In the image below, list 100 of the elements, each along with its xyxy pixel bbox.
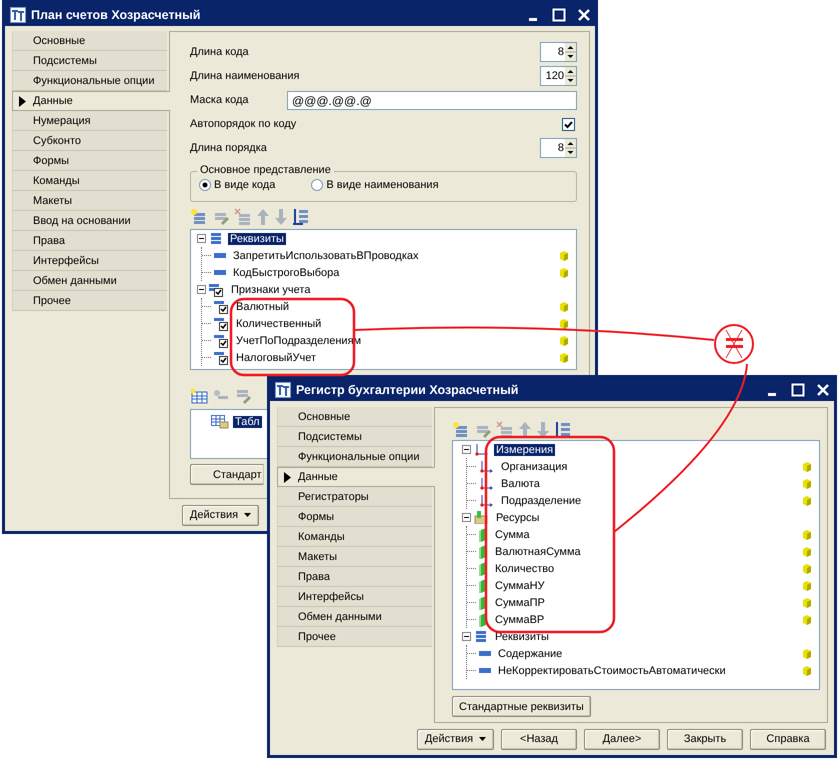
tree-item[interactable]: Количество bbox=[493, 562, 556, 574]
standard-attributes-button[interactable]: Стандартные реквизиты bbox=[452, 696, 591, 717]
dialog-button[interactable]: Закрыть bbox=[667, 728, 743, 750]
nav-label: Нумерация bbox=[33, 114, 91, 126]
dialog-button[interactable]: Далее> bbox=[584, 728, 660, 750]
nav-label: Обмен данными bbox=[298, 610, 382, 622]
nav-tab[interactable]: Интерфейсы bbox=[12, 251, 167, 271]
input-field[interactable]: @@@.@@.@ bbox=[287, 90, 577, 110]
collapse-icon[interactable] bbox=[197, 234, 206, 243]
nav-tab[interactable]: Права bbox=[12, 231, 167, 251]
tree-item[interactable]: Реквизиты bbox=[228, 232, 286, 244]
attribute-group-icon bbox=[209, 232, 223, 245]
nav-tab[interactable]: Обмен данными bbox=[277, 607, 432, 627]
collapse-icon[interactable] bbox=[462, 632, 471, 641]
sort-icon[interactable] bbox=[292, 208, 310, 226]
nav-label: Интерфейсы bbox=[33, 254, 99, 266]
nav-tab[interactable]: Регистраторы bbox=[277, 487, 432, 507]
nav-tab[interactable]: Основные bbox=[12, 31, 167, 51]
nav-tab[interactable]: Интерфейсы bbox=[277, 587, 432, 607]
nav-tab[interactable]: Функциональные опции bbox=[277, 447, 432, 467]
tree-item[interactable]: СуммаПР bbox=[493, 596, 547, 608]
nav-tab[interactable]: Макеты bbox=[12, 191, 167, 211]
field-label: Длина наименования bbox=[190, 70, 300, 82]
sort-icon[interactable] bbox=[554, 421, 572, 439]
maximize-icon[interactable] bbox=[552, 8, 566, 22]
close-icon[interactable] bbox=[816, 382, 830, 396]
nav-tab[interactable]: Основные bbox=[277, 407, 432, 427]
nav-tab[interactable]: Данные bbox=[12, 91, 170, 111]
tree-item[interactable]: СуммаНУ bbox=[493, 580, 546, 592]
collapse-icon[interactable] bbox=[197, 285, 206, 294]
nav-tab[interactable]: Прочее bbox=[277, 627, 432, 647]
tree-item[interactable]: Валюта bbox=[499, 478, 542, 490]
cube-icon bbox=[560, 352, 568, 362]
tree-item[interactable]: ВалютнаяСумма bbox=[493, 546, 583, 558]
nav-tab[interactable]: Формы bbox=[277, 507, 432, 527]
up-arrow-icon[interactable] bbox=[518, 421, 532, 439]
down-arrow-icon[interactable] bbox=[536, 421, 550, 439]
delete-icon[interactable] bbox=[496, 421, 514, 439]
spin-field[interactable]: 120 bbox=[540, 66, 577, 86]
cube-icon bbox=[803, 598, 811, 608]
tree-item[interactable]: Табл bbox=[233, 416, 262, 428]
tree-item[interactable]: Подразделение bbox=[499, 494, 584, 506]
collapse-icon[interactable] bbox=[462, 513, 471, 522]
tree-item[interactable]: Валютный bbox=[234, 300, 292, 312]
nav-tab[interactable]: Команды bbox=[12, 171, 167, 191]
collapse-icon[interactable] bbox=[462, 445, 471, 454]
actions-button[interactable]: Действия bbox=[182, 504, 259, 526]
attribute-group-icon bbox=[474, 630, 488, 643]
add-table-icon[interactable] bbox=[190, 388, 208, 404]
nav-label: Основные bbox=[298, 410, 350, 422]
dialog-button[interactable]: Справка bbox=[750, 728, 826, 750]
radio-button[interactable] bbox=[311, 179, 324, 191]
actions-button[interactable]: Действия bbox=[417, 728, 494, 750]
nav-tab[interactable]: Команды bbox=[277, 527, 432, 547]
nav-tab[interactable]: Обмен данными bbox=[12, 271, 167, 291]
add-icon[interactable] bbox=[452, 421, 470, 439]
tree-item[interactable]: СуммаВР bbox=[493, 614, 546, 626]
nav-tab[interactable]: Формы bbox=[12, 151, 167, 171]
nav-tab[interactable]: Нумерация bbox=[12, 111, 167, 131]
nav-tab[interactable]: Подсистемы bbox=[277, 427, 432, 447]
spinner-arrows-icon[interactable] bbox=[565, 43, 576, 61]
standard-attributes-button[interactable]: Стандарт bbox=[190, 464, 264, 485]
add-icon[interactable] bbox=[190, 208, 208, 226]
spin-field[interactable]: 8 bbox=[540, 42, 577, 62]
tree-item[interactable]: ЗапретитьИспользоватьВПроводках bbox=[231, 250, 420, 262]
table-icon bbox=[211, 414, 229, 428]
tree-item[interactable]: Сумма bbox=[493, 528, 532, 540]
spinner-arrows-icon[interactable] bbox=[565, 67, 576, 85]
checkbox[interactable] bbox=[562, 118, 575, 130]
radio-button[interactable] bbox=[199, 179, 211, 191]
close-icon[interactable] bbox=[577, 8, 591, 22]
nav-label: Обмен данными bbox=[33, 274, 117, 286]
nav-tab[interactable]: Макеты bbox=[277, 547, 432, 567]
nav-tab[interactable]: Права bbox=[277, 567, 432, 587]
nav-tab[interactable]: Ввод на основании bbox=[12, 211, 167, 231]
spinner-arrows-icon[interactable] bbox=[565, 139, 576, 157]
tree-item[interactable]: Измерения bbox=[494, 444, 556, 456]
nav-tab[interactable]: Функциональные опции bbox=[12, 71, 167, 91]
nav-label: Команды bbox=[33, 174, 80, 186]
nav-tab[interactable]: Прочее bbox=[12, 291, 167, 311]
tree-item[interactable]: Ресурсы bbox=[494, 512, 542, 524]
tree-item[interactable]: КодБыстрогоВыбора bbox=[231, 266, 342, 278]
nav-label: Макеты bbox=[33, 194, 72, 206]
nav-tab[interactable]: Подсистемы bbox=[12, 51, 167, 71]
nav-tab[interactable]: Данные bbox=[277, 467, 435, 487]
tree-item[interactable]: Организация bbox=[499, 460, 570, 472]
axis-icon bbox=[479, 477, 494, 490]
nav-tab[interactable]: Субконто bbox=[12, 131, 167, 151]
tree-item[interactable]: Реквизиты bbox=[493, 630, 551, 642]
spin-field[interactable]: 8 bbox=[540, 138, 577, 158]
maximize-icon[interactable] bbox=[791, 382, 805, 396]
tree-item[interactable]: НалоговыйУчет bbox=[234, 352, 318, 364]
tree-item[interactable]: Содержание bbox=[496, 648, 564, 660]
tree-item[interactable]: Количественный bbox=[234, 318, 324, 330]
cube-icon bbox=[803, 478, 811, 488]
tree-item[interactable]: Признаки учета bbox=[229, 284, 312, 296]
dialog-button[interactable]: <Назад bbox=[501, 728, 577, 750]
cube-icon bbox=[803, 666, 811, 676]
attribute-icon bbox=[214, 270, 226, 275]
tree-item[interactable]: НеКорректироватьСтоимостьАвтоматически bbox=[496, 664, 728, 676]
